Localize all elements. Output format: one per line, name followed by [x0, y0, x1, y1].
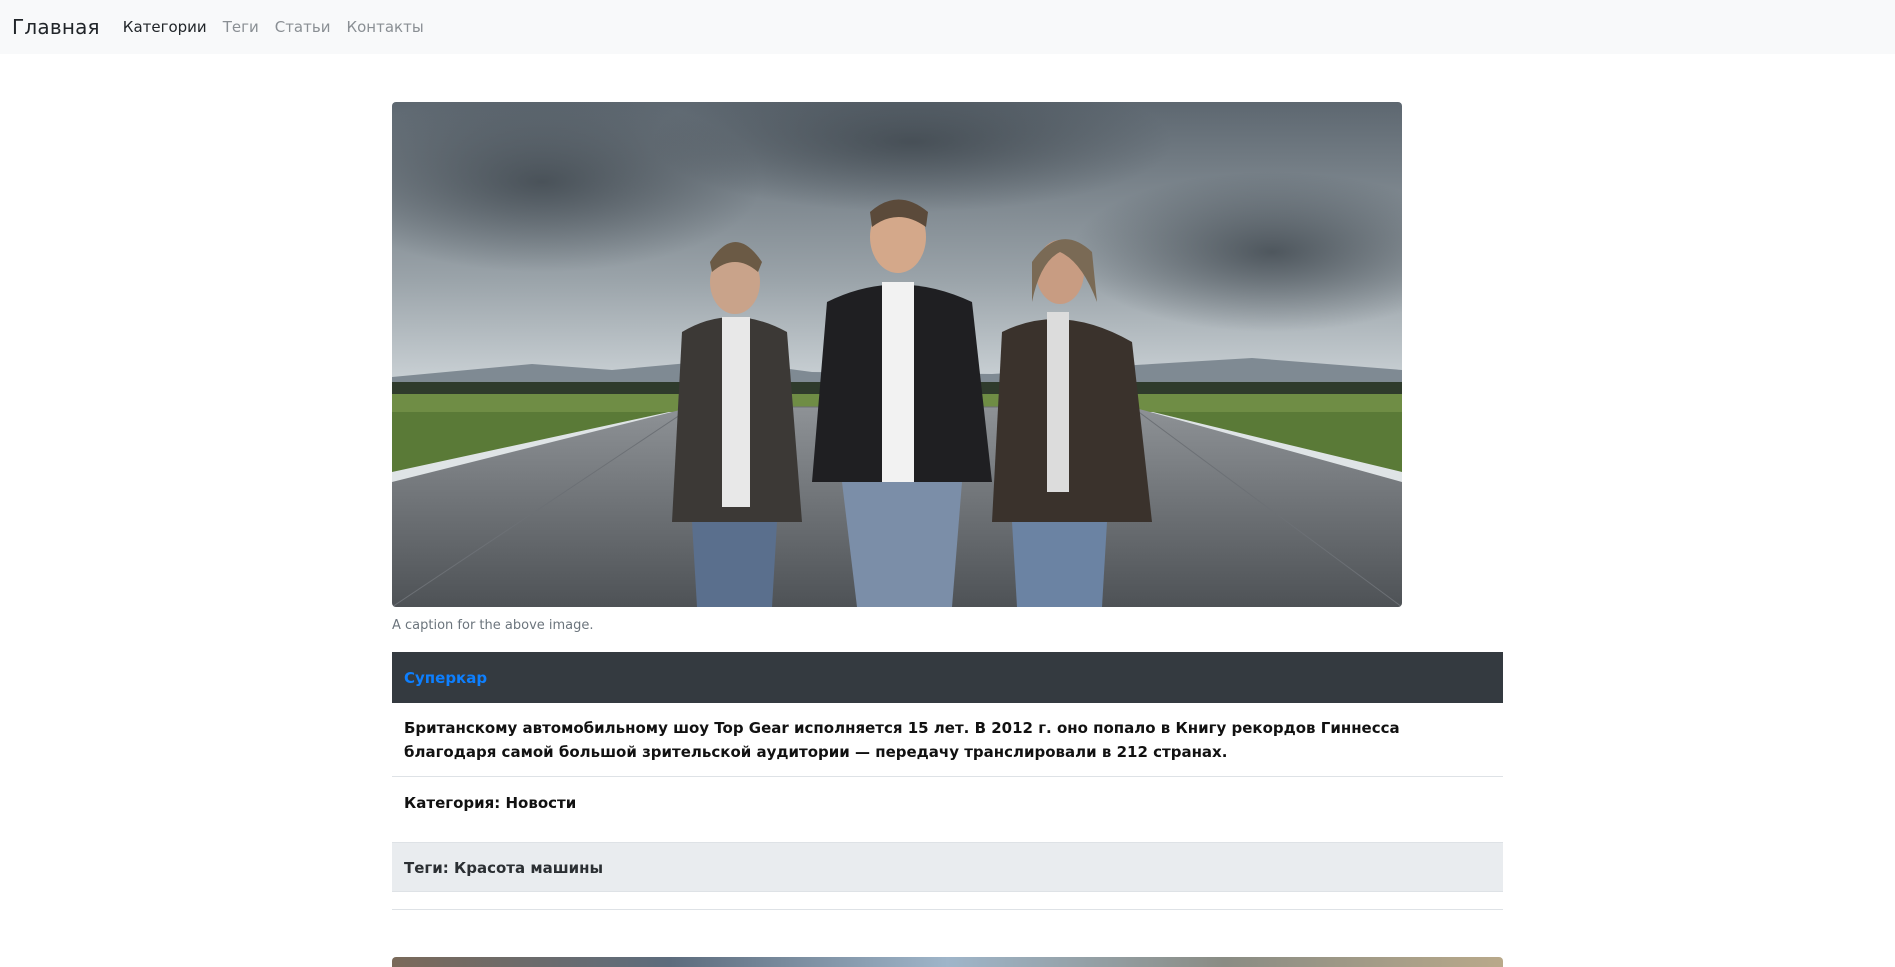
hero-photo-illustration: [392, 102, 1402, 607]
top-navbar: Главная Категории Теги Статьи Контакты: [0, 0, 1895, 54]
nav-link-contacts[interactable]: Контакты: [346, 18, 423, 36]
article-block: A caption for the above image. Суперкар …: [392, 102, 1503, 910]
nav-link-articles[interactable]: Статьи: [275, 18, 331, 36]
image-caption: A caption for the above image.: [392, 618, 594, 633]
nav-link-tags[interactable]: Теги: [223, 18, 259, 36]
article-title-link[interactable]: Суперкар: [404, 669, 487, 687]
article-card-header: Суперкар: [392, 652, 1503, 703]
card-divider: [392, 892, 1503, 910]
article-category: Категория: Новости: [404, 794, 577, 812]
article-description: Британскому автомобильному шоу Top Gear …: [392, 703, 1503, 777]
nav-link-categories[interactable]: Категории: [123, 18, 207, 36]
article-card: Суперкар Британскому автомобильному шоу …: [392, 652, 1503, 910]
article-hero-image: [392, 102, 1402, 607]
article-tags: Теги: Красота машины: [392, 842, 1503, 892]
next-article-image-peek: [392, 957, 1503, 967]
brand-home-link[interactable]: Главная: [12, 15, 100, 39]
